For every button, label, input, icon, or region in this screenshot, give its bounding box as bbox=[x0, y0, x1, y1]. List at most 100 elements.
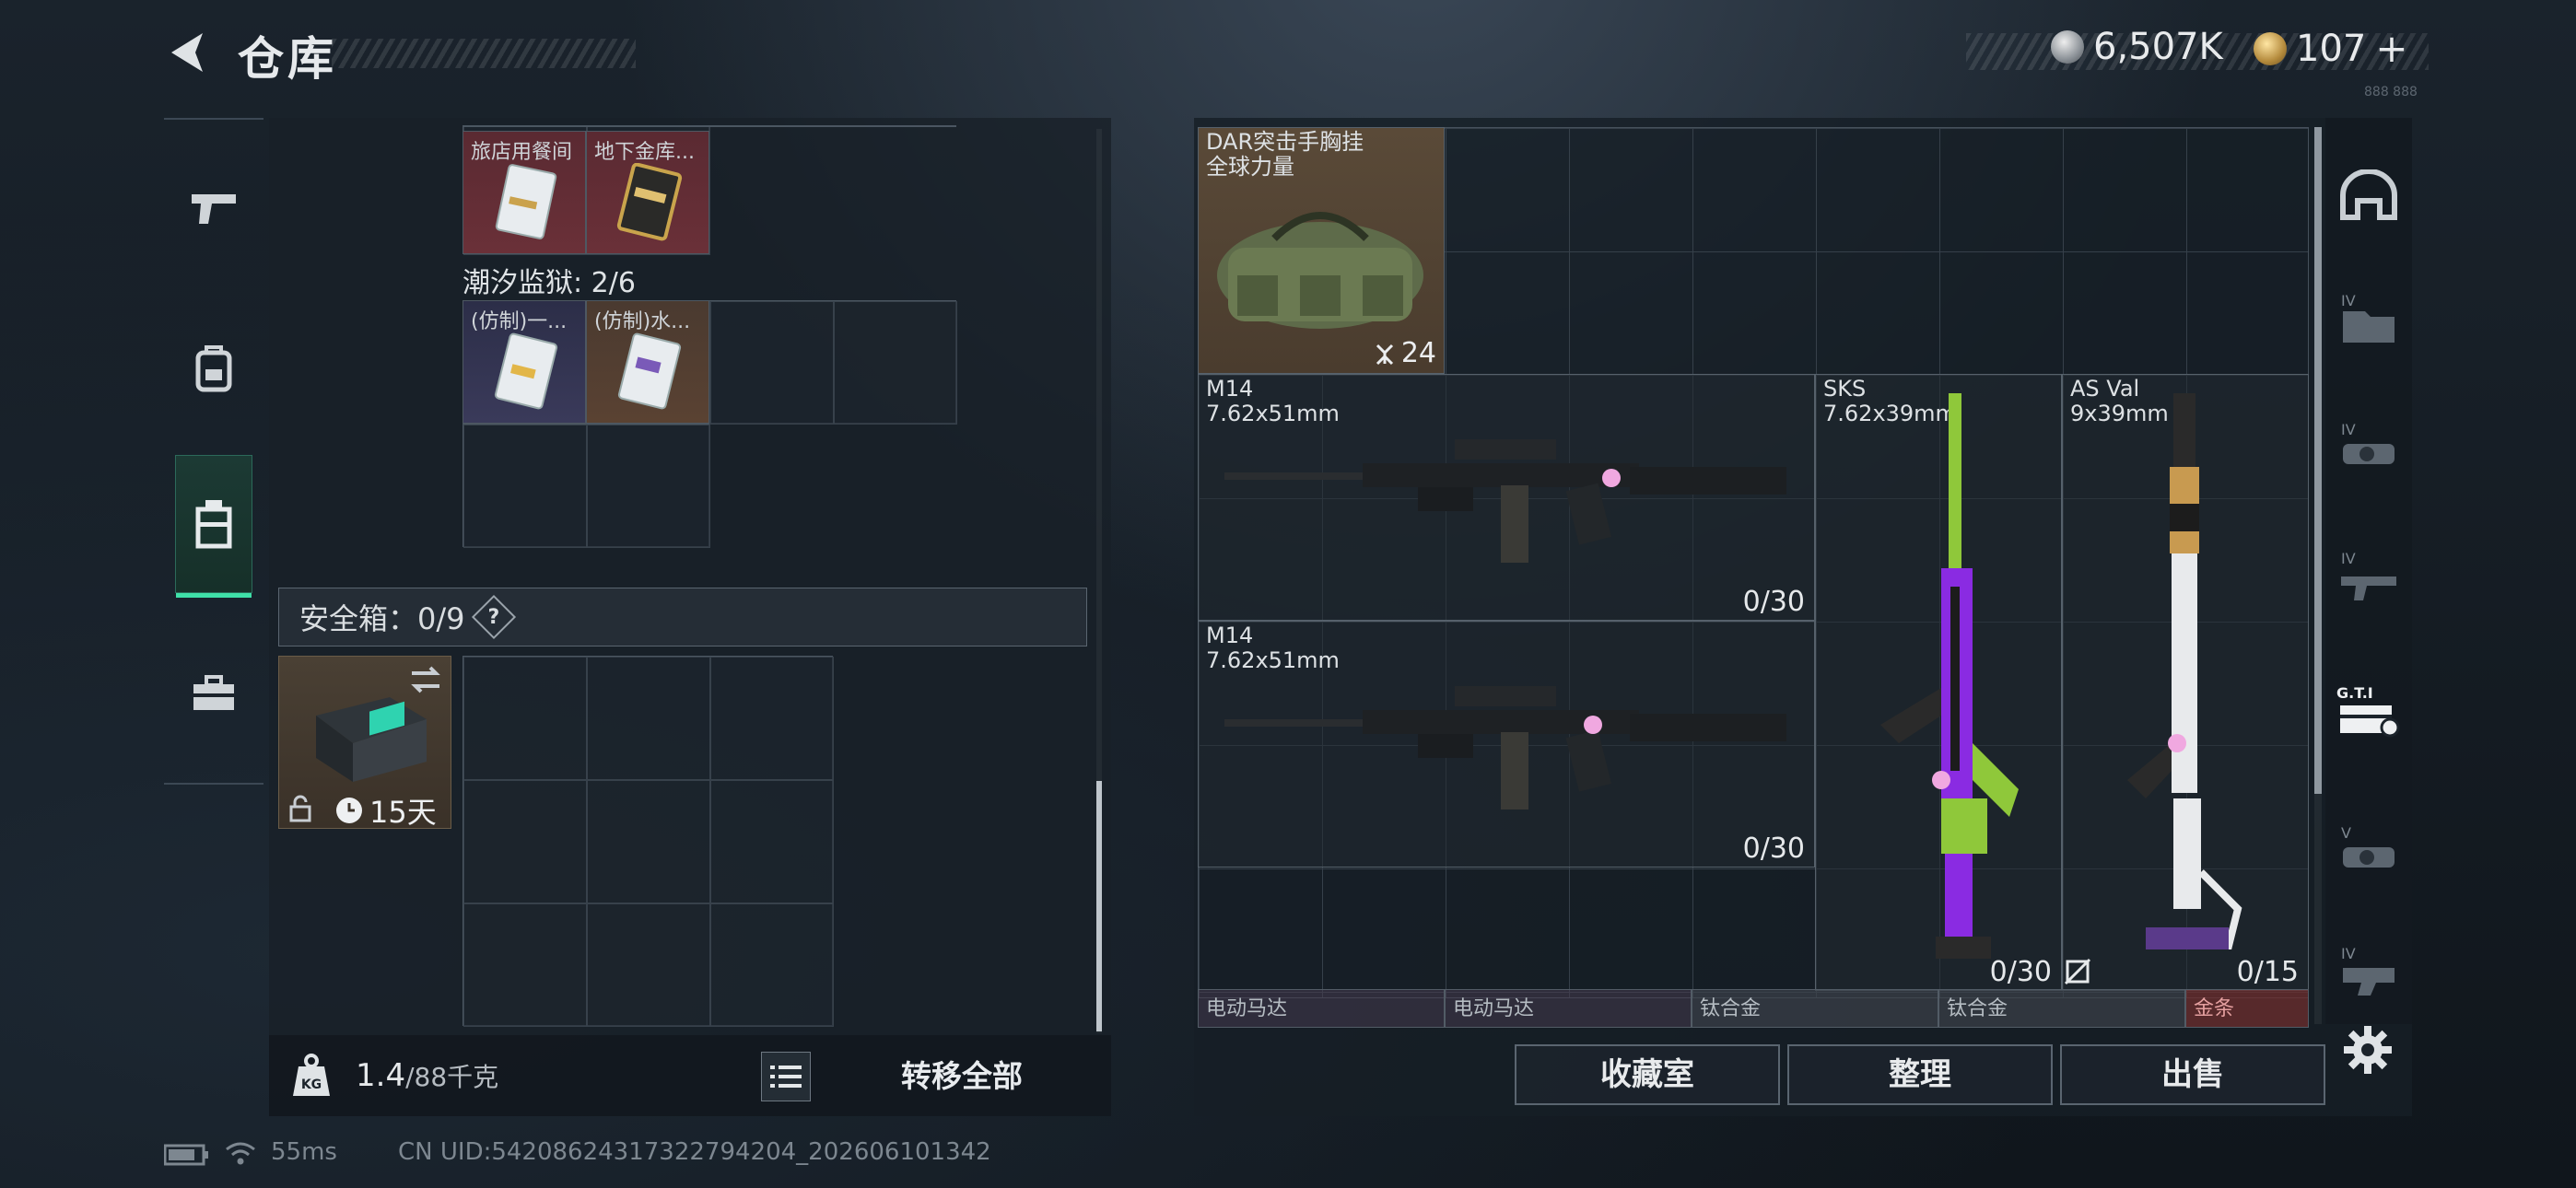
grid-cell[interactable] bbox=[710, 657, 834, 780]
rail-stash-bag[interactable] bbox=[175, 455, 252, 598]
grid-cell[interactable] bbox=[463, 425, 587, 548]
help-button[interactable]: ? bbox=[471, 594, 516, 640]
timer-text: 15天 bbox=[369, 795, 437, 830]
grid-cell[interactable] bbox=[587, 903, 710, 1027]
weapon-slot-asval[interactable]: AS Val 9x39mm 0/15 bbox=[2062, 374, 2309, 991]
svg-text:IV: IV bbox=[2341, 550, 2356, 567]
asval-rifle-icon bbox=[2127, 393, 2242, 949]
weight-value: 1.4 bbox=[356, 1057, 406, 1094]
weapon-slot-primary[interactable]: M14 7.62x51mm 0/30 bbox=[1198, 374, 1815, 621]
uid-text: CN UID:5420862431732279​4204_20260610134… bbox=[398, 1138, 991, 1166]
helmet-category-icon bbox=[2340, 169, 2397, 220]
gun-caliber: 7.62x51mm bbox=[1206, 647, 1340, 673]
grid-cell[interactable] bbox=[463, 657, 587, 780]
item-label: 地下金库... bbox=[594, 141, 695, 164]
item-label: 旅店用餐间 bbox=[471, 141, 573, 164]
side-tier-iv-rifle[interactable]: IV bbox=[2333, 530, 2405, 623]
tier-iv-rifle-icon: IV bbox=[2341, 550, 2396, 600]
safe-box-grid bbox=[463, 656, 834, 1027]
weight-kg-icon: KG bbox=[293, 1054, 330, 1096]
title-stripe bbox=[332, 39, 636, 68]
collection-room-button[interactable]: 收藏室 bbox=[1515, 1044, 1780, 1105]
equipment-scrollbar[interactable] bbox=[2314, 127, 2322, 794]
bag-name: DAR突击手胸挂 全球力量 bbox=[1206, 130, 1364, 180]
gold-key-card-icon bbox=[616, 163, 683, 241]
bag-name-line1: DAR突击手胸挂 bbox=[1206, 129, 1364, 155]
clock-icon bbox=[336, 798, 362, 823]
back-arrow-icon bbox=[171, 33, 203, 72]
sell-button[interactable]: 出售 bbox=[2060, 1044, 2325, 1105]
capacity-value: 24 bbox=[1400, 337, 1436, 369]
rail-backpack[interactable] bbox=[175, 300, 252, 438]
weapon-name: M14 7.62x51mm bbox=[1206, 623, 1340, 673]
gun-name: M14 bbox=[1206, 376, 1254, 402]
item-label: (仿制)一... bbox=[471, 310, 568, 333]
item-titanium-alloy[interactable]: 钛合金 bbox=[1692, 989, 1938, 1028]
grid-cell[interactable] bbox=[710, 903, 834, 1027]
replica-card-item[interactable]: (仿制)水... bbox=[586, 300, 709, 424]
side-tier-iv-folder[interactable]: IV bbox=[2333, 273, 2405, 365]
silver-amount: 6,507K bbox=[2093, 26, 2223, 68]
gold-currency: 107 + bbox=[2254, 26, 2408, 71]
gun-caliber: 7.62x51mm bbox=[1206, 401, 1340, 426]
weapon-slot-secondary[interactable]: M14 7.62x51mm 0/30 bbox=[1198, 621, 1815, 868]
side-tier-iv-scope[interactable]: IV bbox=[2333, 402, 2405, 494]
key-card-item[interactable]: 旅店用餐间 bbox=[463, 131, 586, 254]
add-currency-button[interactable]: + bbox=[2375, 26, 2407, 71]
pistol-icon bbox=[192, 194, 236, 224]
side-tier-v-scope[interactable]: V bbox=[2333, 805, 2405, 897]
gold-amount: 107 bbox=[2296, 27, 2367, 70]
item-gold-bar[interactable]: 金条 bbox=[2185, 989, 2309, 1028]
safe-box-item[interactable]: 15天 bbox=[278, 656, 451, 832]
grid-cell[interactable] bbox=[710, 780, 834, 903]
replica-key-card-icon bbox=[617, 332, 682, 410]
replica-card-item[interactable]: (仿制)一... bbox=[463, 300, 586, 424]
transfer-all-button[interactable]: 转移全部 bbox=[879, 1052, 1045, 1101]
chest-rig-slot[interactable]: DAR突击手胸挂 全球力量 24 bbox=[1198, 127, 1445, 374]
gold-coin-icon bbox=[2254, 31, 2287, 65]
rail-pistol[interactable] bbox=[175, 138, 252, 276]
key-card-item[interactable]: 地下金库... bbox=[586, 131, 709, 254]
sort-button[interactable]: 整理 bbox=[1787, 1044, 2053, 1105]
stash-scrollbar[interactable] bbox=[1096, 781, 1102, 1031]
gti-case-icon: G.T.I bbox=[2336, 684, 2400, 738]
battery-icon bbox=[164, 1144, 208, 1166]
safe-box-timer: 15天 bbox=[334, 789, 437, 832]
grid-cell[interactable] bbox=[463, 780, 587, 903]
side-helmet[interactable] bbox=[2333, 149, 2405, 241]
svg-text:V: V bbox=[2341, 824, 2351, 842]
stash-bag-icon bbox=[195, 500, 232, 549]
silver-currency: 6,507K bbox=[2051, 26, 2223, 68]
weight-capacity: /88千克 bbox=[405, 1062, 499, 1092]
asval-ammo: 0/15 bbox=[2237, 956, 2299, 988]
item-electric-motor[interactable]: 电动马达 bbox=[1198, 989, 1445, 1028]
grid-cell[interactable] bbox=[587, 780, 710, 903]
item-electric-motor[interactable]: 电动马达 bbox=[1445, 989, 1692, 1028]
side-gti-case[interactable]: G.T.I bbox=[2333, 665, 2405, 757]
back-button[interactable] bbox=[162, 28, 208, 77]
swap-icon[interactable] bbox=[408, 664, 443, 695]
lock-icon bbox=[289, 795, 311, 822]
grid-cell[interactable] bbox=[587, 657, 710, 780]
rail-toolbox[interactable] bbox=[175, 624, 252, 763]
weapon-slot-sks[interactable]: SKS 7.62x39mm 0/30 bbox=[1815, 374, 2062, 991]
ping-text: 55ms bbox=[271, 1138, 337, 1166]
wifi-icon bbox=[226, 1142, 255, 1165]
grid-cell[interactable] bbox=[834, 301, 957, 425]
item-label: (仿制)水... bbox=[594, 310, 691, 333]
grid-cell[interactable] bbox=[463, 903, 587, 1027]
side-tier-iv-part[interactable]: IV bbox=[2333, 930, 2405, 1013]
settings-gear-icon[interactable] bbox=[2342, 1024, 2394, 1076]
gun-name: M14 bbox=[1206, 623, 1254, 648]
tier-iv-scope-icon: IV bbox=[2341, 421, 2395, 464]
m14-rifle-icon bbox=[1224, 439, 1786, 563]
item-titanium-alloy[interactable]: 钛合金 bbox=[1938, 989, 2185, 1028]
list-icon bbox=[770, 1066, 802, 1088]
m14-rifle-icon bbox=[1224, 686, 1786, 809]
grid-cell[interactable] bbox=[710, 301, 834, 425]
tiny-indicator: 888 888 bbox=[2364, 85, 2418, 99]
backpack-icon bbox=[195, 345, 232, 392]
grid-cell[interactable] bbox=[587, 425, 710, 548]
list-view-button[interactable] bbox=[761, 1052, 811, 1101]
capacity-icon bbox=[1376, 344, 1393, 365]
